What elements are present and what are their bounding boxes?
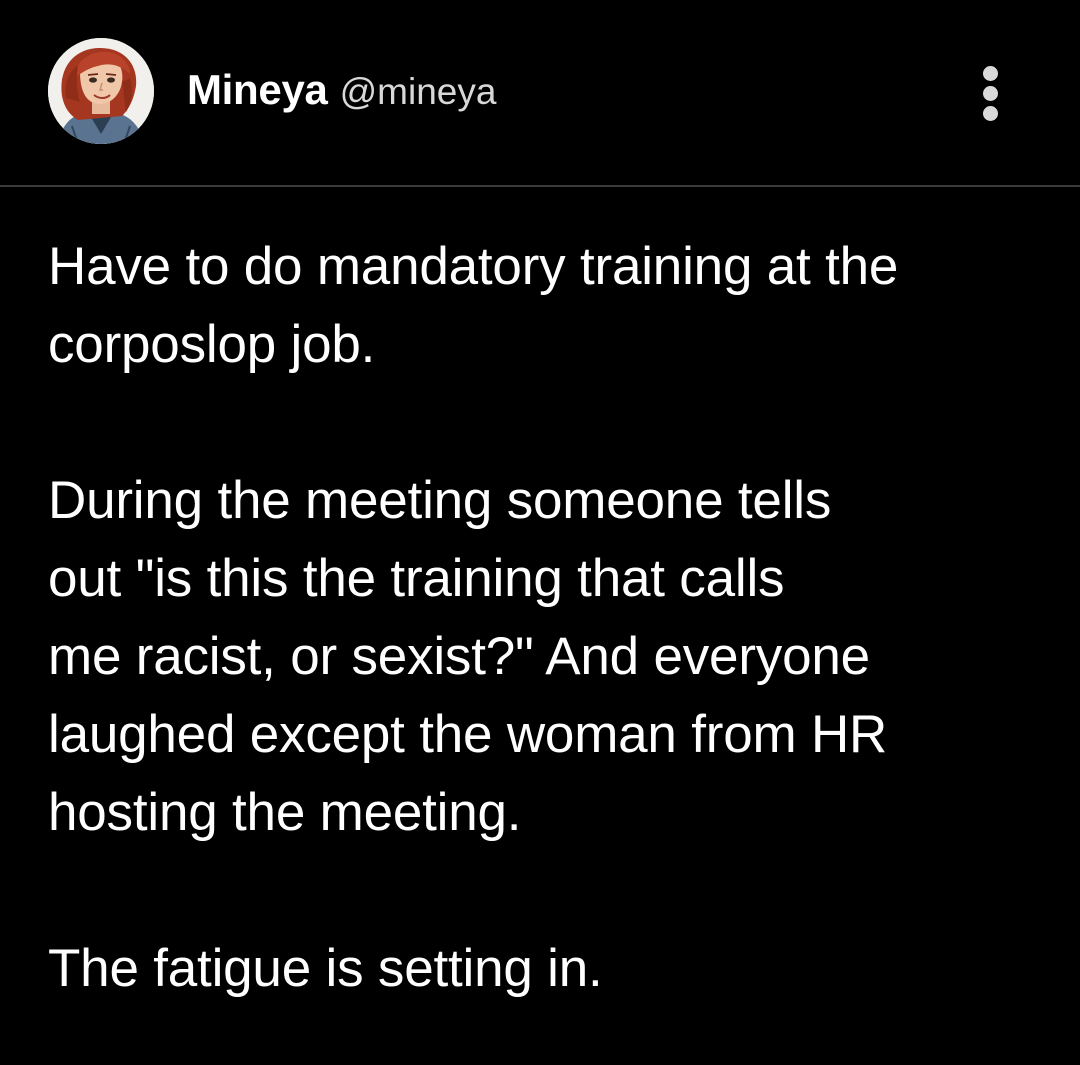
post-body: Have to do mandatory training at the cor…	[48, 228, 1058, 1008]
post-author: Mineya @mineya	[187, 66, 496, 122]
post-header: Mineya @mineya	[0, 0, 1080, 185]
header-divider	[0, 185, 1080, 187]
avatar[interactable]	[48, 38, 154, 144]
post-paragraph-2: During the meeting someone tells out "is…	[48, 471, 888, 842]
post-paragraph-1: Have to do mandatory training at the cor…	[48, 237, 899, 374]
more-options-button[interactable]	[966, 62, 1014, 126]
author-handle[interactable]: @mineya	[340, 71, 497, 113]
avatar-illustration-icon	[48, 38, 154, 144]
post-paragraph-3: The fatigue is setting in.	[48, 939, 603, 998]
author-display-name[interactable]: Mineya	[187, 66, 328, 114]
